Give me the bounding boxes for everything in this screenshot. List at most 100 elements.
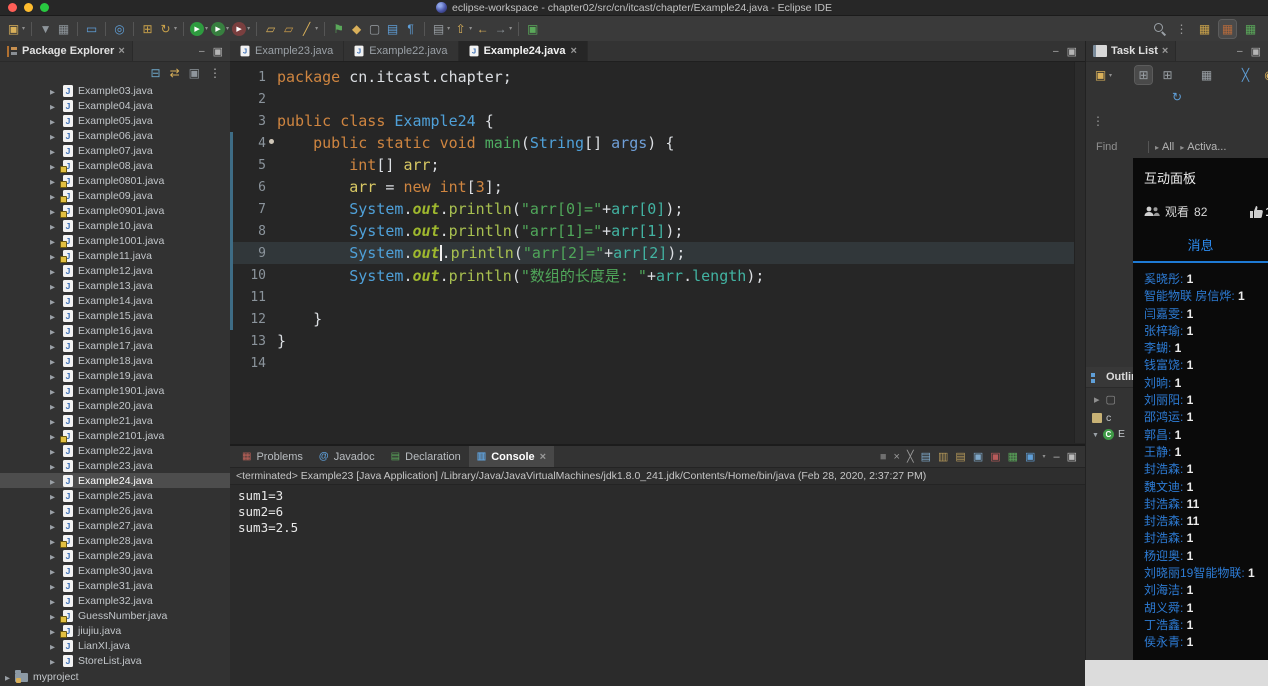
tree-item-Example0801.java[interactable]: Example0801.java bbox=[0, 173, 230, 188]
new-file-icon[interactable]: ▣ bbox=[524, 20, 541, 38]
expand-arrow-icon[interactable] bbox=[50, 550, 58, 562]
tree-item-Example32.java[interactable]: Example32.java bbox=[0, 593, 230, 608]
maximize-icon[interactable]: ▣ bbox=[1067, 450, 1077, 463]
expand-arrow-icon[interactable] bbox=[50, 610, 58, 622]
save-all-icon[interactable]: ▦ bbox=[55, 20, 72, 38]
expand-arrow-icon[interactable] bbox=[50, 280, 58, 292]
line-number[interactable]: 11 bbox=[230, 290, 277, 305]
collapse-arrow-icon[interactable] bbox=[1092, 428, 1099, 440]
import-folder-icon[interactable]: ▱ bbox=[280, 20, 297, 38]
tree-item-Example13.java[interactable]: Example13.java bbox=[0, 278, 230, 293]
zoom-window-button[interactable] bbox=[40, 3, 49, 12]
expand-arrow-icon[interactable] bbox=[50, 460, 58, 472]
word-wrap-icon[interactable]: ▤ bbox=[955, 450, 965, 463]
tree-item-Example17.java[interactable]: Example17.java bbox=[0, 338, 230, 353]
line-number[interactable]: 5 bbox=[230, 158, 277, 173]
pin-console-icon[interactable]: ▣ bbox=[990, 450, 1000, 463]
code-editor[interactable]: 1package cn.itcast.chapter;23public clas… bbox=[230, 62, 1085, 447]
line-number[interactable]: 9 bbox=[230, 246, 277, 261]
expand-arrow-icon[interactable] bbox=[50, 310, 58, 322]
expand-arrow-icon[interactable] bbox=[50, 160, 58, 172]
build-icon-menu[interactable]: ▾ bbox=[174, 25, 177, 32]
tree-item-Example27.java[interactable]: Example27.java bbox=[0, 518, 230, 533]
perspective-debug-icon[interactable]: ▦ bbox=[1242, 20, 1259, 38]
synchronize-icon[interactable]: ↻ bbox=[1092, 88, 1262, 106]
line-number[interactable]: 12 bbox=[230, 312, 277, 327]
filters-icon[interactable]: ▣ bbox=[189, 66, 200, 80]
expand-arrow-icon[interactable] bbox=[50, 205, 58, 217]
find-input[interactable] bbox=[1094, 140, 1142, 154]
perspective-javaee-icon[interactable]: ▦ bbox=[1196, 20, 1213, 38]
tab-Example23.java[interactable]: Example23.java bbox=[230, 41, 344, 61]
tree-item-Example04.java[interactable]: Example04.java bbox=[0, 98, 230, 113]
tree-item-Example1901.java[interactable]: Example1901.java bbox=[0, 383, 230, 398]
show-whitespace-icon[interactable]: ¶ bbox=[402, 20, 419, 38]
tab-declaration[interactable]: Declaration bbox=[383, 446, 469, 467]
snippet-icon[interactable]: ◆ bbox=[348, 20, 365, 38]
expand-arrow-icon[interactable] bbox=[50, 190, 58, 202]
tree-item-Example14.java[interactable]: Example14.java bbox=[0, 293, 230, 308]
tree-item-StoreList.java[interactable]: StoreList.java bbox=[0, 653, 230, 668]
expand-arrow-icon[interactable] bbox=[50, 340, 58, 352]
expand-arrow-icon[interactable] bbox=[50, 535, 58, 547]
minimize-window-button[interactable] bbox=[24, 3, 33, 12]
tree-item-Example20.java[interactable]: Example20.java bbox=[0, 398, 230, 413]
code-line-8[interactable]: 8 System.out.println("arr[1]="+arr[1]); bbox=[230, 220, 1085, 242]
tree-item-Example06.java[interactable]: Example06.java bbox=[0, 128, 230, 143]
perspective-java-icon[interactable]: ▦ bbox=[1219, 20, 1236, 38]
expand-arrow-icon[interactable] bbox=[50, 325, 58, 337]
expand-arrow-icon[interactable] bbox=[50, 85, 58, 97]
minimize-icon[interactable] bbox=[199, 46, 205, 57]
expand-arrow-icon[interactable] bbox=[50, 355, 58, 367]
expand-arrow-icon[interactable] bbox=[50, 175, 58, 187]
tree-item-Example03.java[interactable]: Example03.java bbox=[0, 83, 230, 98]
tree-item-Example09.java[interactable]: Example09.java bbox=[0, 188, 230, 203]
expand-arrow-icon[interactable] bbox=[50, 625, 58, 637]
display-selected-console-icon[interactable]: ▦ bbox=[1008, 450, 1018, 463]
tab-messages[interactable]: 消息 bbox=[1133, 235, 1268, 254]
line-number[interactable]: 8 bbox=[230, 224, 277, 239]
code-line-14[interactable]: 14 bbox=[230, 352, 1085, 374]
tab-console[interactable]: Console bbox=[469, 446, 554, 467]
tree-item-Example23.java[interactable]: Example23.java bbox=[0, 458, 230, 473]
code-line-4[interactable]: 4 public static void main(String[] args)… bbox=[230, 132, 1085, 154]
tree-item-Example19.java[interactable]: Example19.java bbox=[0, 368, 230, 383]
debug-icon-menu[interactable]: ▾ bbox=[226, 25, 229, 32]
code-line-3[interactable]: 3public class Example24 { bbox=[230, 110, 1085, 132]
expand-arrow-icon[interactable] bbox=[50, 580, 58, 592]
clear-console-icon[interactable]: ▤ bbox=[921, 450, 931, 463]
next-annotation-icon[interactable]: ▤ bbox=[430, 20, 447, 38]
next-annotation-icon-menu[interactable]: ▾ bbox=[447, 25, 450, 32]
code-line-5[interactable]: 5 int[] arr; bbox=[230, 154, 1085, 176]
line-number[interactable]: 2 bbox=[230, 92, 277, 107]
tree-item-Example11.java[interactable]: Example11.java bbox=[0, 248, 230, 263]
tab-Example24.java[interactable]: Example24.java bbox=[459, 41, 588, 61]
tree-item-Example12.java[interactable]: Example12.java bbox=[0, 263, 230, 278]
remove-launch-icon[interactable]: × bbox=[894, 451, 900, 463]
outline-filter-icon[interactable]: ▢ bbox=[1106, 393, 1116, 406]
toggle-mark-occurrences-icon[interactable]: ⚑ bbox=[330, 20, 347, 38]
code-line-13[interactable]: 13} bbox=[230, 330, 1085, 352]
tree-item-Example22.java[interactable]: Example22.java bbox=[0, 443, 230, 458]
show-when-stdout-icon[interactable]: ▣ bbox=[973, 450, 983, 463]
tab-task-list[interactable]: Task List bbox=[1086, 41, 1176, 61]
line-number[interactable]: 10 bbox=[230, 268, 277, 283]
expand-arrow-icon[interactable] bbox=[50, 115, 58, 127]
project-node-myproject[interactable]: myproject bbox=[5, 671, 79, 683]
tree-item-Example24.java[interactable]: Example24.java bbox=[0, 473, 230, 488]
view-menu-icon[interactable]: ⋮ bbox=[209, 66, 221, 80]
line-number[interactable]: 1 bbox=[230, 70, 277, 85]
scheduled-icon[interactable]: ⊞ bbox=[1159, 66, 1176, 84]
expand-arrow-icon[interactable] bbox=[50, 130, 58, 142]
maximize-icon[interactable] bbox=[1251, 45, 1261, 58]
focus-workweek-icon[interactable]: ▦ bbox=[1198, 66, 1215, 84]
tree-item-Example1001.java[interactable]: Example1001.java bbox=[0, 233, 230, 248]
new-wizard-icon[interactable]: ▣ bbox=[5, 20, 22, 38]
expand-arrow-icon[interactable] bbox=[50, 220, 58, 232]
tree-item-Example31.java[interactable]: Example31.java bbox=[0, 578, 230, 593]
link-with-editor-icon[interactable]: ⇄ bbox=[170, 66, 180, 80]
scope-activate-dropdown[interactable]: Activa... bbox=[1180, 141, 1226, 153]
expand-arrow-icon[interactable] bbox=[50, 445, 58, 457]
line-number[interactable]: 14 bbox=[230, 356, 277, 371]
compare-icon[interactable]: ▤ bbox=[384, 20, 401, 38]
